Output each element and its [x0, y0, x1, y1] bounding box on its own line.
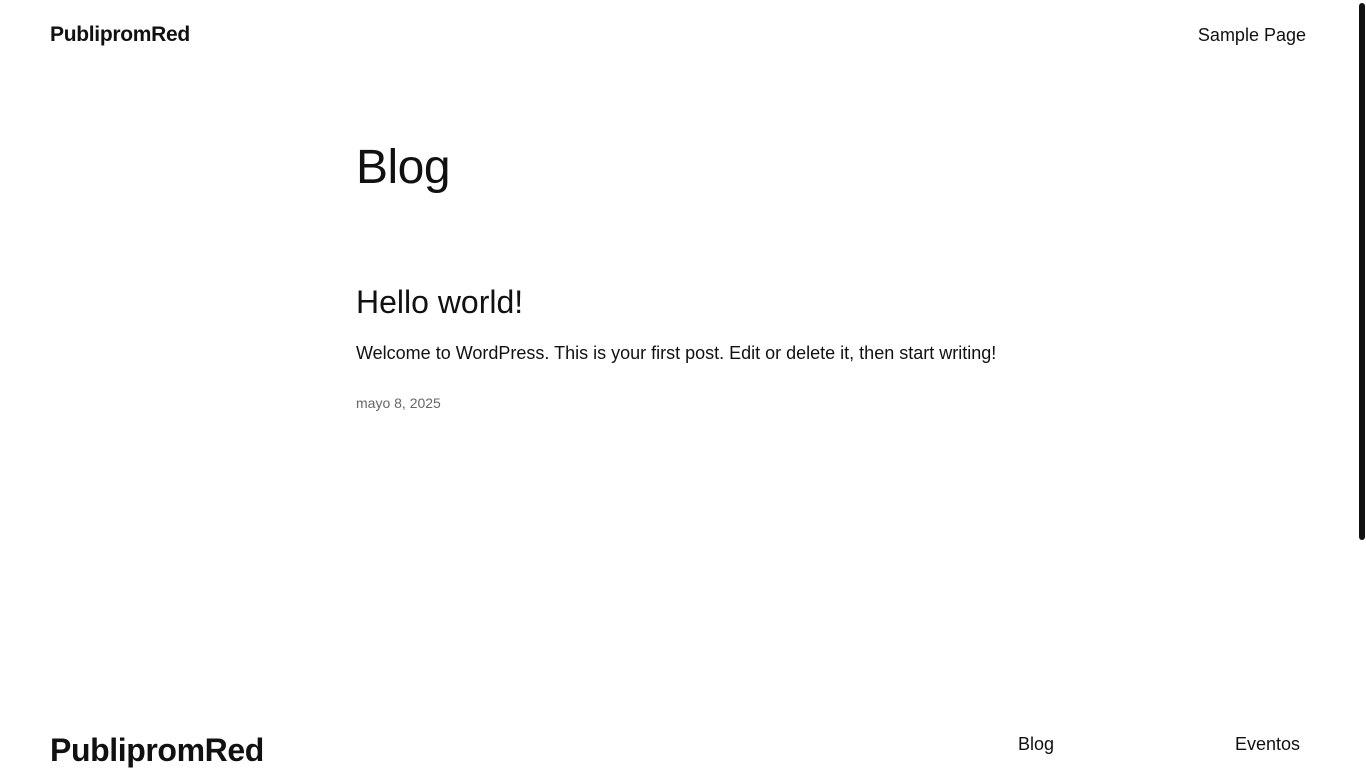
nav-item-sample-page[interactable]: Sample Page — [1198, 25, 1306, 45]
post-title-link[interactable]: Hello world! — [356, 284, 523, 320]
post-date[interactable]: mayo 8, 2025 — [356, 394, 1056, 412]
page: PublipromRed Sample Page Blog Hello worl… — [0, 0, 1366, 768]
footer-link-blog[interactable]: Blog — [1018, 731, 1054, 757]
scrollbar-thumb[interactable] — [1359, 3, 1365, 540]
header-nav: Sample Page — [1198, 22, 1306, 48]
post-item: Hello world! Welcome to WordPress. This … — [356, 282, 1056, 412]
site-title-link[interactable]: PublipromRed — [50, 21, 190, 49]
page-title: Blog — [356, 141, 451, 194]
post-title: Hello world! — [356, 282, 1056, 322]
scrollbar[interactable] — [1358, 0, 1366, 768]
post-excerpt: Welcome to WordPress. This is your first… — [356, 343, 997, 363]
footer-site-title-link[interactable]: PublipromRed — [50, 730, 264, 768]
footer-link-eventos[interactable]: Eventos — [1235, 731, 1300, 757]
